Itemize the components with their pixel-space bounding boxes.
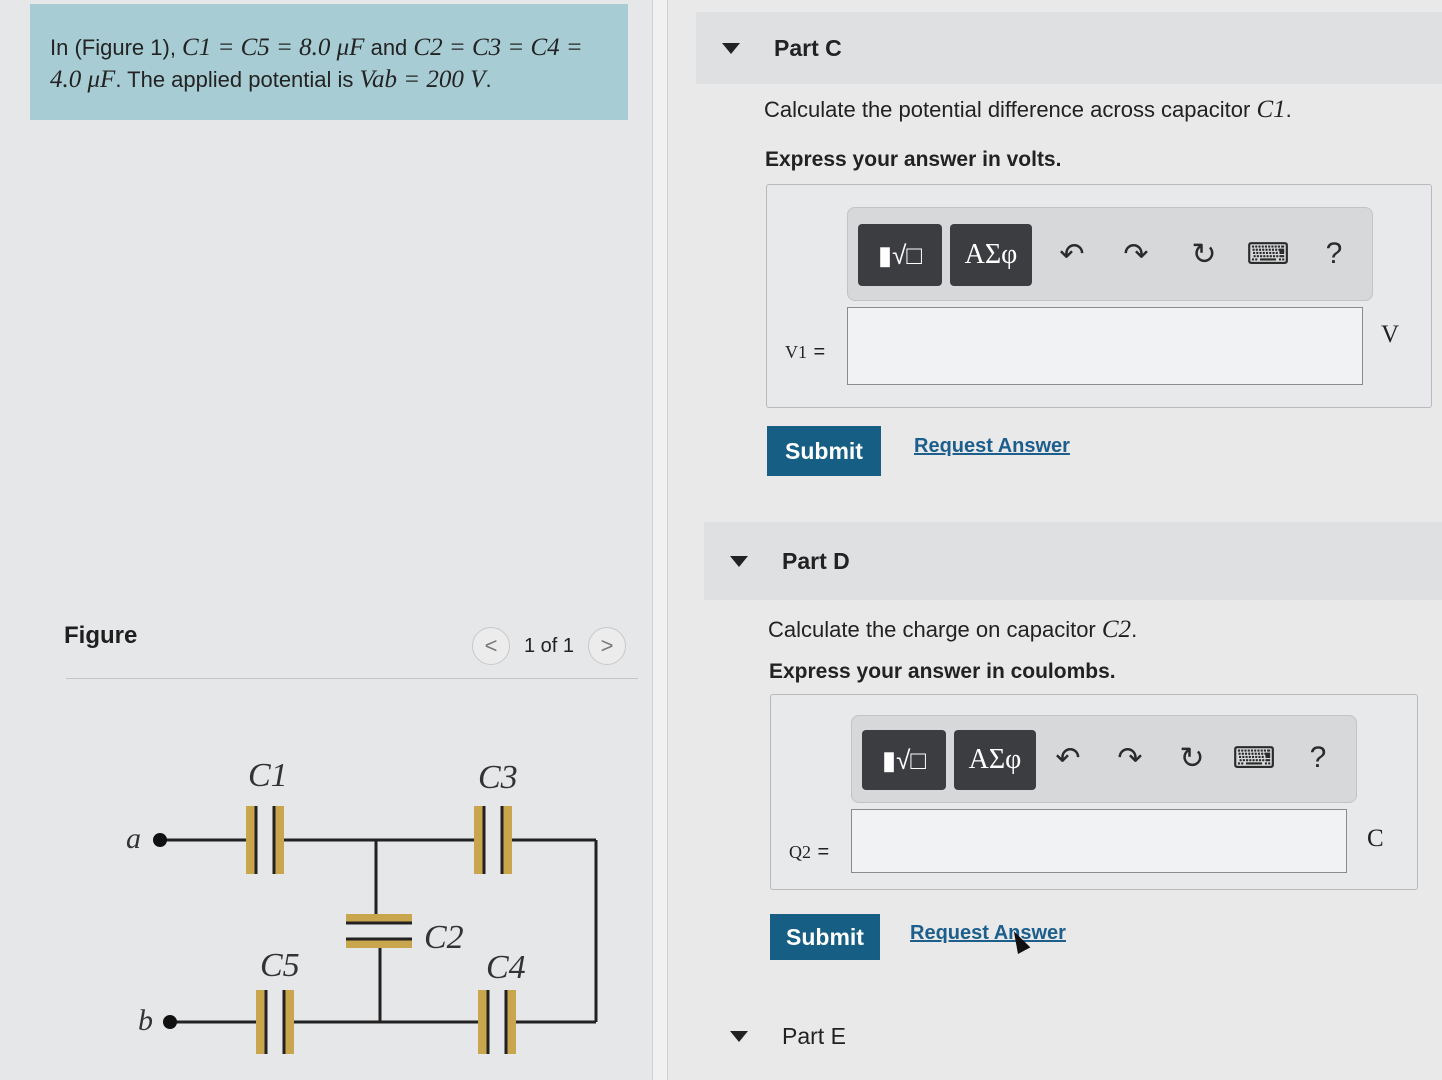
greek-symbols-button[interactable]: ΑΣφ — [950, 224, 1032, 286]
capacitor-c3 — [474, 806, 512, 874]
math-toolbar: ▮√□ ΑΣφ ↶ ↷ ↻ ⌨ ? — [847, 207, 1373, 301]
label-c1: C1 — [248, 757, 288, 794]
problem-eq2: C2 = C3 = C4 = — [413, 34, 583, 61]
part-c-header[interactable]: Part C — [696, 12, 1442, 84]
part-d-answer-box: ▮√□ ΑΣφ ↶ ↷ ↻ ⌨ ? Q2 = C — [770, 694, 1418, 890]
keyboard-icon[interactable]: ⌨ — [1232, 734, 1275, 782]
part-c-answer-input[interactable] — [847, 307, 1363, 385]
keyboard-icon[interactable]: ⌨ — [1246, 230, 1289, 278]
capacitor-c5 — [256, 990, 294, 1054]
part-c-variable-label: V1 = — [785, 335, 825, 365]
part-d-unit: C — [1367, 825, 1384, 852]
part-d-title: Part D — [782, 547, 850, 574]
figure-pager: < 1 of 1 > — [472, 626, 627, 666]
part-c-instruction: Express your answer in volts. — [765, 148, 1062, 171]
templates-button[interactable]: ▮√□ — [862, 730, 946, 790]
figure-next-button[interactable]: > — [588, 627, 627, 665]
part-c-var: V1 — [785, 342, 807, 362]
label-a: a — [126, 822, 141, 855]
part-d-instruction: Express your answer in coulombs. — [769, 660, 1116, 683]
figure-page-count: 1 of 1 — [524, 634, 575, 657]
problem-text-mid2: . The applied potential is — [115, 67, 360, 92]
problem-eq4: Vab = 200 V — [359, 66, 486, 93]
terminal-a — [153, 833, 167, 847]
problem-eq1: C1 = C5 = 8.0 μF — [182, 34, 365, 61]
reset-icon[interactable]: ↻ — [1172, 734, 1212, 782]
part-c-submit-button[interactable]: Submit — [767, 426, 881, 476]
part-d-question-end: . — [1131, 617, 1138, 642]
greek-symbols-button[interactable]: ΑΣφ — [954, 730, 1036, 790]
part-d-variable-label: Q2 = — [789, 835, 829, 865]
part-d-answer-input[interactable] — [851, 809, 1347, 873]
help-icon[interactable]: ? — [1298, 734, 1338, 782]
left-panel: In (Figure 1), C1 = C5 = 8.0 μF and C2 =… — [0, 0, 652, 1080]
label-b: b — [138, 1004, 153, 1037]
part-c-unit: V — [1381, 321, 1400, 348]
part-c-question-text: Calculate the potential difference acros… — [764, 97, 1257, 122]
capacitor-c4 — [478, 990, 516, 1054]
circuit-diagram: a b C1 C3 C2 C5 C4 — [126, 757, 598, 1054]
part-e-title: Part E — [782, 1022, 846, 1049]
part-d-header[interactable]: Part D — [704, 522, 1442, 600]
label-c3: C3 — [478, 759, 518, 796]
collapse-caret-icon[interactable] — [730, 555, 748, 567]
capacitor-c1 — [246, 806, 284, 874]
part-c-answer-box: ▮√□ ΑΣφ ↶ ↷ ↻ ⌨ ? V1 = V — [766, 184, 1432, 408]
reset-icon[interactable]: ↻ — [1184, 230, 1224, 278]
part-c-title: Part C — [774, 34, 842, 61]
figure-prev-button[interactable]: < — [472, 627, 510, 665]
templates-button[interactable]: ▮√□ — [858, 224, 942, 286]
part-c-question-end: . — [1285, 97, 1292, 122]
math-toolbar: ▮√□ ΑΣφ ↶ ↷ ↻ ⌨ ? — [851, 715, 1357, 803]
part-c-eq: = — [813, 341, 826, 363]
problem-text-prefix: In (Figure 1), — [50, 35, 183, 60]
redo-icon[interactable]: ↷ — [1116, 230, 1156, 278]
problem-text-mid: and — [364, 35, 414, 60]
label-c2: C2 — [424, 919, 464, 956]
capacitor-c2 — [346, 914, 412, 948]
help-icon[interactable]: ? — [1314, 230, 1354, 278]
part-e-header[interactable]: Part E — [704, 1008, 1442, 1064]
terminal-b — [163, 1015, 177, 1029]
undo-icon[interactable]: ↶ — [1052, 230, 1092, 278]
redo-icon[interactable]: ↷ — [1110, 734, 1150, 782]
part-d-question: Calculate the charge on capacitor C2. — [768, 616, 1137, 644]
part-d-submit-button[interactable]: Submit — [770, 914, 880, 960]
figure-divider — [66, 678, 638, 679]
part-d-question-text: Calculate the charge on capacitor — [768, 617, 1102, 642]
problem-text-suffix: . — [485, 67, 492, 92]
label-c4: C4 — [486, 949, 526, 986]
problem-eq3: 4.0 μF — [50, 66, 116, 93]
collapse-caret-icon[interactable] — [722, 42, 740, 54]
part-d-var: Q2 — [789, 842, 811, 862]
circuit-wires — [160, 838, 598, 1024]
problem-statement: In (Figure 1), C1 = C5 = 8.0 μF and C2 =… — [30, 4, 628, 120]
part-c-request-answer-link[interactable]: Request Answer — [914, 435, 1070, 458]
label-c5: C5 — [260, 947, 300, 984]
part-d-eq: = — [817, 841, 830, 863]
collapse-caret-icon[interactable] — [730, 1030, 748, 1042]
part-d-request-answer-link[interactable]: Request Answer — [910, 922, 1066, 945]
panel-divider — [652, 0, 668, 1080]
part-d-question-var: C2 — [1101, 616, 1132, 643]
undo-icon[interactable]: ↶ — [1048, 734, 1088, 782]
part-c-question: Calculate the potential difference acros… — [764, 96, 1292, 124]
figure-title: Figure — [64, 622, 138, 649]
part-c-question-var: C1 — [1256, 96, 1286, 123]
